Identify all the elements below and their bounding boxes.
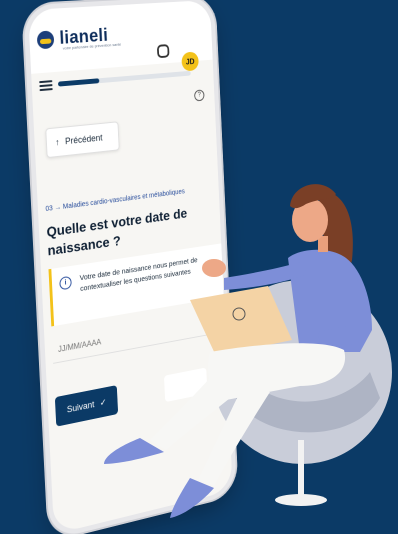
hand-pointing bbox=[202, 259, 226, 277]
shoe-right bbox=[170, 478, 214, 518]
chair-base bbox=[275, 494, 327, 506]
chair-stem bbox=[298, 440, 304, 498]
woman-illustration bbox=[104, 184, 392, 518]
stage: lianeli votre partenaire de prévention s… bbox=[0, 0, 398, 534]
